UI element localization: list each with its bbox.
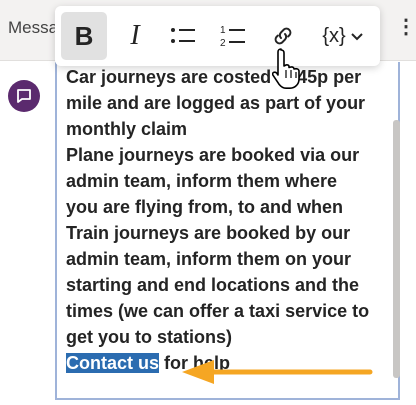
- editor-line: monthly claim: [66, 119, 188, 139]
- editor-line: get you to stations): [66, 327, 232, 347]
- chat-message-icon: [8, 80, 40, 112]
- chevron-down-icon: [350, 33, 363, 41]
- formatting-toolbar: B I 1 2 {x}: [55, 6, 380, 66]
- link-icon: [274, 27, 292, 45]
- svg-text:1: 1: [220, 25, 226, 36]
- editor-line: Train journeys are booked by our: [66, 223, 351, 243]
- editor-line: Car journeys are costed at 45p per: [66, 67, 362, 87]
- editor-line: mile and are logged as part of your: [66, 93, 366, 113]
- editor-content[interactable]: Car journeys are costed at 45p per mile …: [66, 64, 388, 376]
- editor-line: you are flying from, to and when: [66, 197, 344, 217]
- annotation-arrow: [182, 360, 373, 384]
- variable-label: {x}: [322, 24, 346, 47]
- insert-variable-button[interactable]: {x}: [313, 12, 373, 60]
- bold-button[interactable]: B: [61, 12, 107, 60]
- editor-line: admin team, inform them on your: [66, 249, 352, 269]
- bulleted-list-button[interactable]: [163, 12, 203, 60]
- more-options-icon[interactable]: ⋮: [396, 14, 416, 39]
- editor-line: admin team, inform them where: [66, 171, 338, 191]
- editor-line: starting and end locations and the: [66, 275, 360, 295]
- svg-text:2: 2: [220, 38, 226, 48]
- numbered-list-button[interactable]: 1 2: [213, 12, 253, 60]
- bulleted-list-icon: [171, 28, 195, 43]
- editor-line: Plane journeys are booked via our: [66, 145, 360, 165]
- italic-button[interactable]: I: [115, 12, 155, 60]
- selected-text[interactable]: Contact us: [66, 353, 160, 373]
- hand-pointer-icon: [272, 48, 300, 89]
- message-field-label: Messa: [8, 18, 59, 37]
- editor-scrollbar[interactable]: [393, 120, 400, 378]
- numbered-list-icon: 1 2: [220, 25, 245, 48]
- editor-line: times (we can offer a taxi service to: [66, 301, 370, 321]
